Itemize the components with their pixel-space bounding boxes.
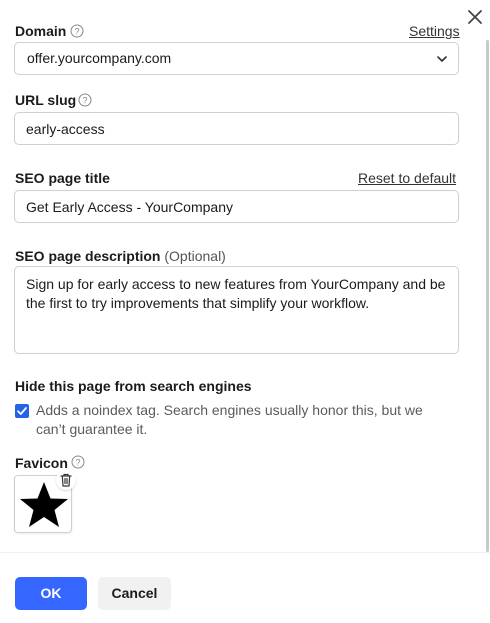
search-engines-label: Hide this page from search engines (15, 378, 252, 394)
noindex-description: Adds a noindex tag. Search engines usual… (36, 402, 423, 437)
page-settings-panel: Domain ? Settings offer.yourcompany.com … (0, 0, 486, 552)
dialog-footer: OK Cancel (0, 552, 490, 623)
chevron-down-icon (437, 56, 447, 62)
domain-select[interactable]: offer.yourcompany.com (14, 42, 459, 75)
seo-description-textarea[interactable]: Sign up for early access to new features… (14, 266, 459, 354)
noindex-checkbox[interactable] (15, 404, 29, 418)
svg-text:?: ? (82, 96, 87, 106)
question-circle-icon[interactable]: ? (70, 24, 84, 38)
settings-link[interactable]: Settings (409, 22, 460, 40)
optional-label: (Optional) (164, 248, 226, 264)
favicon-label: Favicon (15, 455, 68, 471)
url-slug-label: URL slug (15, 92, 77, 108)
reset-to-default-link[interactable]: Reset to default (358, 169, 456, 187)
svg-text:?: ? (75, 458, 80, 468)
domain-label: Domain (15, 23, 67, 39)
domain-select-value: offer.yourcompany.com (27, 50, 172, 66)
question-circle-icon[interactable]: ? (78, 93, 92, 107)
seo-description-label-text: SEO page description (15, 248, 161, 264)
url-slug-input[interactable] (14, 112, 459, 145)
cancel-button[interactable]: Cancel (98, 577, 171, 610)
ok-button[interactable]: OK (15, 577, 87, 610)
trash-icon (60, 473, 72, 487)
svg-text:?: ? (74, 27, 79, 37)
question-circle-icon[interactable]: ? (71, 455, 85, 469)
scrollbar[interactable] (486, 40, 489, 552)
seo-description-label: SEO page description (Optional) (15, 247, 226, 265)
delete-favicon-button[interactable] (56, 470, 76, 490)
seo-title-input[interactable] (14, 190, 459, 223)
check-icon (17, 407, 27, 415)
seo-title-label: SEO page title (15, 170, 110, 186)
